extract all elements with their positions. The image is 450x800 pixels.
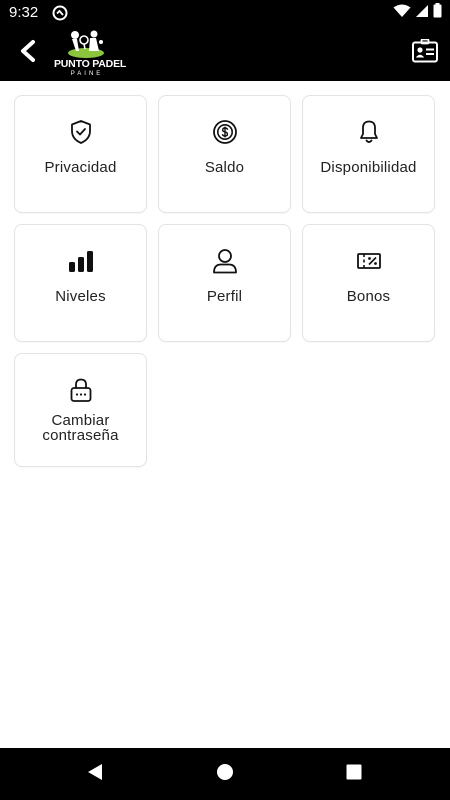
tile-label: Disponibilidad xyxy=(320,159,417,176)
triangle-back-icon xyxy=(86,763,104,786)
ticket-percent-icon xyxy=(355,247,383,275)
status-icons xyxy=(393,3,442,23)
tile-label: Bonos xyxy=(346,288,391,305)
menu-grid: Privacidad Saldo Disponibilidad Niveles … xyxy=(14,95,436,471)
battery-icon xyxy=(433,3,442,23)
chevron-left-icon xyxy=(18,39,38,68)
user-icon xyxy=(211,247,239,275)
nav-back-button[interactable] xyxy=(83,762,107,786)
tile-perfil[interactable]: Perfil xyxy=(158,224,291,342)
nav-home-button[interactable] xyxy=(213,762,237,786)
status-time: 9:32 xyxy=(9,4,39,21)
sync-icon xyxy=(52,5,68,21)
logo-subtitle: PAINE xyxy=(70,71,104,77)
app-bar: PUNTO PADEL PAINE xyxy=(0,26,450,81)
circle-home-icon xyxy=(216,763,234,786)
tile-saldo[interactable]: Saldo xyxy=(158,95,291,213)
tile-label: Niveles xyxy=(55,288,106,305)
tile-cambiar-contrasena[interactable]: Cambiar contraseña xyxy=(14,353,147,467)
tile-disponibilidad[interactable]: Disponibilidad xyxy=(302,95,435,213)
signal-icon xyxy=(415,4,429,23)
bar-chart-icon xyxy=(67,247,95,275)
logo-art xyxy=(66,29,106,59)
tile-niveles[interactable]: Niveles xyxy=(14,224,147,342)
lock-icon xyxy=(67,376,95,404)
tile-label: Saldo xyxy=(204,159,245,176)
wifi-icon xyxy=(393,4,411,23)
shield-check-icon xyxy=(67,118,95,146)
tile-label: Privacidad xyxy=(44,159,117,176)
tile-privacidad[interactable]: Privacidad xyxy=(14,95,147,213)
dollar-coin-icon xyxy=(211,118,239,146)
id-card-button[interactable] xyxy=(410,38,440,68)
id-card-icon xyxy=(412,38,438,68)
logo-title: PUNTO PADEL xyxy=(54,58,127,70)
nav-recents-button[interactable] xyxy=(342,762,366,786)
back-button[interactable] xyxy=(12,36,44,70)
bell-icon xyxy=(355,118,383,146)
punto-padel-logo: PUNTO PADEL PAINE xyxy=(54,29,127,79)
screen: 9:32 PUNTO PADEL PAINE Privacidad Saldo … xyxy=(0,0,450,800)
tile-bonos[interactable]: Bonos xyxy=(302,224,435,342)
tile-label: Cambiar contraseña xyxy=(42,412,119,444)
tile-label: Perfil xyxy=(206,288,243,305)
status-bar: 9:32 xyxy=(0,0,450,26)
navigation-bar xyxy=(0,748,450,800)
square-recents-icon xyxy=(346,764,362,785)
